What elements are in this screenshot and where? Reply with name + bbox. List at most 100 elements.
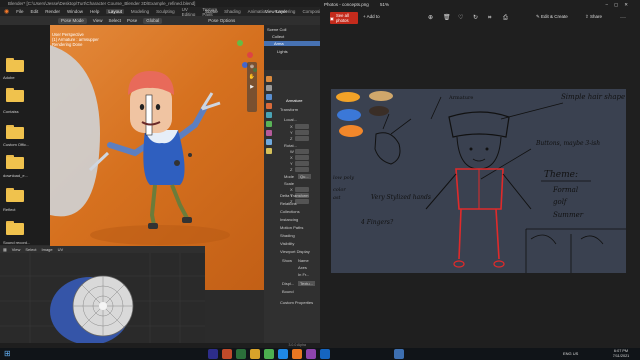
outliner-row-armature[interactable]: Arma [264,41,320,46]
zoom-icon[interactable]: ⊕ [247,62,257,72]
object-tab-icon[interactable] [266,103,272,109]
output-tab-icon[interactable] [266,85,272,91]
language-indicator[interactable]: ENG US [563,351,578,356]
folder-icon[interactable] [6,125,24,139]
rotate-icon[interactable]: ↻ [473,14,478,22]
menu-window[interactable]: Window [67,9,83,14]
section-custom-properties[interactable]: Custom Properties [280,300,313,305]
uv-menu-select[interactable]: Select [25,247,36,252]
taskbar-app-icon[interactable] [278,349,288,359]
blender-logo-icon[interactable]: ◉ [4,8,9,15]
workspace-tab-sculpting[interactable]: Sculpting [156,9,175,14]
object-name-field[interactable]: Armature [286,98,302,103]
location-x-field[interactable] [295,124,309,129]
scene-selector[interactable]: Scene [205,7,227,16]
start-button-icon[interactable]: ⊞ [4,349,14,359]
menu-help[interactable]: Help [90,9,99,14]
pose-menu[interactable]: Pose [127,18,137,23]
image-editor-window[interactable] [0,246,205,348]
folder-label[interactable]: Custom Offic... [3,142,29,147]
uv-menu-view[interactable]: View [12,247,21,252]
folder-label[interactable]: Sound record... [3,240,30,245]
folder-icon[interactable] [6,58,24,72]
physics-tab-icon[interactable] [266,112,272,118]
pan-icon[interactable]: ✋ [247,72,257,82]
taskbar-app-icon[interactable] [320,349,330,359]
menu-file[interactable]: File [16,9,23,14]
share-button[interactable]: ⇪ Share [585,14,602,20]
zoom-in-icon[interactable]: ⊕ [428,14,433,22]
uv-menu-uv[interactable]: UV [58,247,64,252]
rotation-x-field[interactable] [295,155,309,160]
bone-tab-icon[interactable] [266,130,272,136]
bounds-checkbox[interactable]: Bound [282,289,294,294]
add-to-button[interactable]: + Add to [363,14,380,19]
camera-icon[interactable]: ▶ [247,82,257,92]
rotation-z-field[interactable] [295,167,309,172]
taskbar-app-icon[interactable] [306,349,316,359]
in-front-checkbox[interactable]: In Fr... [298,272,309,277]
scale-z-field[interactable] [295,199,309,204]
editor-type-icon[interactable]: ▦ [3,247,7,252]
location-y-field[interactable] [295,130,309,135]
constraint-tab-icon[interactable] [266,139,272,145]
taskbar-clock[interactable]: 6:07 PM 7/11/2021 [603,348,639,360]
location-z-field[interactable] [295,136,309,141]
rotation-w-field[interactable] [295,149,309,154]
menu-render[interactable]: Render [45,9,60,14]
more-options-icon[interactable]: ··· [620,14,626,22]
show-name-checkbox[interactable]: Name [298,258,309,263]
rotation-mode-dropdown[interactable]: Qu... [298,174,311,179]
section-viewport-display[interactable]: Viewport Display [280,249,310,254]
menu-edit[interactable]: Edit [31,9,39,14]
taskbar-app-icon[interactable] [250,349,260,359]
section-instancing[interactable]: Instancing [280,217,298,222]
folder-icon[interactable] [6,155,24,169]
folder-icon[interactable] [6,88,24,102]
pose-options-dropdown[interactable]: Pose Options [208,18,235,23]
taskbar-app-icon[interactable] [222,349,232,359]
section-relations[interactable]: Relations [280,201,297,206]
taskbar-app-icon[interactable] [236,349,246,359]
photos-taskbar-icon[interactable] [394,349,404,359]
texture-tab-icon[interactable] [266,148,272,154]
view-menu[interactable]: View [93,18,103,23]
section-visibility[interactable]: Visibility [280,241,294,246]
render-tab-icon[interactable] [266,76,272,82]
print-icon[interactable]: ⎙ [503,14,508,22]
display-as-dropdown[interactable]: Textu... [298,281,315,286]
workspace-tab-layout[interactable]: Layout [106,9,124,14]
scene-tab-icon[interactable] [266,94,272,100]
see-all-photos-button[interactable]: ▣ See all photos [330,12,358,24]
folder-icon[interactable] [6,221,24,235]
section-shading[interactable]: Shading [280,233,295,238]
delete-icon[interactable]: 🗑 [443,14,451,22]
workspace-tab-uv-editing[interactable]: UV Editing [182,7,196,17]
mode-dropdown[interactable]: Pose Mode [58,17,87,24]
folder-label[interactable]: download_e... [3,173,28,178]
viewport-navigation-buttons[interactable]: ⊕ ✋ ▶ [247,62,257,112]
section-delta-transform[interactable]: Delta Transform [280,193,308,198]
rotation-y-field[interactable] [295,161,309,166]
view-layer-selector[interactable]: View Layer [265,7,305,16]
data-tab-icon[interactable] [266,121,272,127]
edit-create-button[interactable]: ✎ Edit & Create [536,14,568,20]
select-menu[interactable]: Select [108,18,121,23]
outliner-row-lights[interactable]: Lights [267,49,288,54]
blender-taskbar-icon[interactable] [292,349,302,359]
window-controls[interactable]: –▢✕ [605,0,634,9]
transform-orientation-dropdown[interactable]: Global [143,17,163,24]
favorite-icon[interactable]: ♡ [458,14,463,22]
folder-label[interactable]: Adobe [3,75,15,80]
uv-menu-image[interactable]: Image [42,247,53,252]
concept-sketch-image[interactable]: Simple hair shape Armature Buttons, mayb… [331,89,626,273]
taskbar-app-icon[interactable] [264,349,274,359]
folder-label[interactable]: Contaiss [3,109,19,114]
section-motion-paths[interactable]: Motion Paths [280,225,303,230]
crop-icon[interactable]: ⌗ [488,14,491,22]
section-transform[interactable]: Transform [280,107,298,112]
outliner-row-collection[interactable]: Collect [267,34,284,39]
section-collections[interactable]: Collections [280,209,300,214]
folder-label[interactable]: Reflect [3,207,15,212]
show-axes-checkbox[interactable]: Axes [298,265,307,270]
